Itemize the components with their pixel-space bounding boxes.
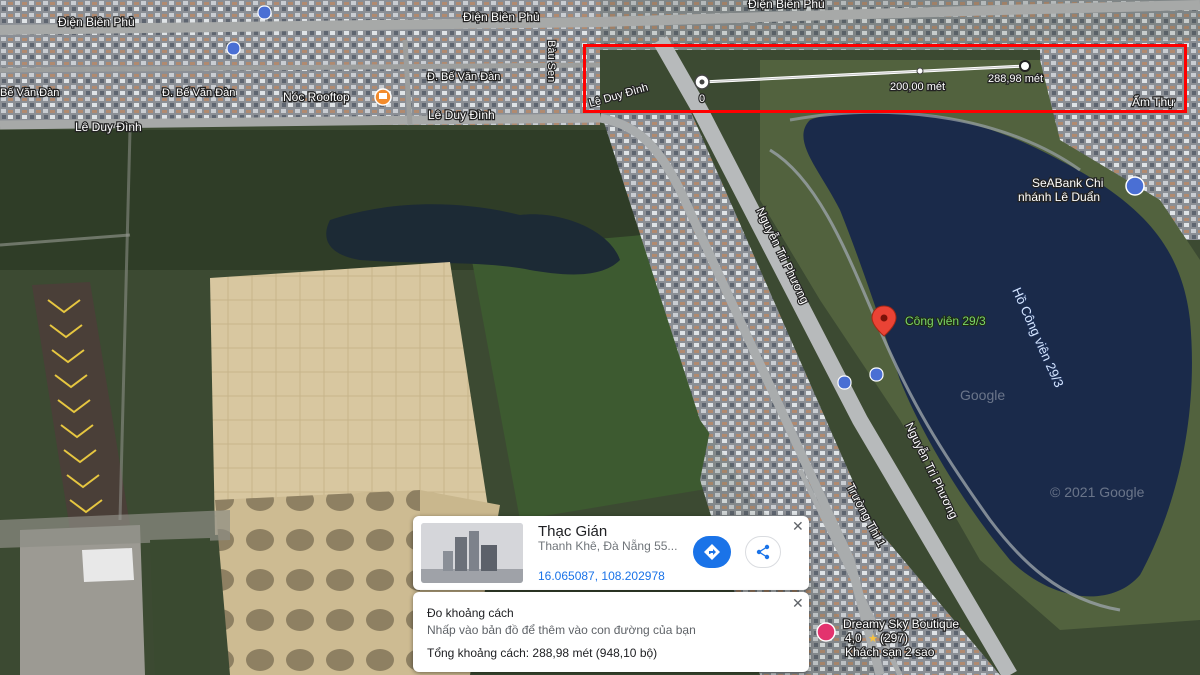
poi-label: Nóc Rooftop [283, 90, 350, 104]
copyright-watermark: © 2021 Google [1050, 484, 1145, 500]
poi-rating: 4,0 [845, 631, 862, 645]
directions-button[interactable] [693, 536, 731, 568]
place-thumbnail[interactable] [421, 523, 523, 583]
measure-hint: Nhấp vào bản đồ để thêm vào con đường củ… [427, 623, 696, 637]
google-watermark: Google [960, 387, 1005, 403]
place-info-card[interactable]: Thạc Gián Thanh Khê, Đà Nẵng 55... 16.06… [413, 516, 809, 590]
street-label-le-duy-dinh: Lê Duy Đình [75, 120, 142, 134]
street-label-be-van-dan: Đ. Bế Văn Đàn [162, 87, 235, 99]
share-icon [756, 544, 770, 560]
measure-title: Đo khoảng cách [427, 606, 514, 620]
place-address: Thanh Khê, Đà Nẵng 55... [538, 539, 678, 553]
place-title: Thạc Gián [538, 523, 608, 540]
bank-icon [1125, 176, 1145, 196]
street-label-bau-sen: Bàu Sen [545, 40, 557, 82]
park-label: Công viên 29/3 [905, 314, 986, 328]
street-label-dien-bien-phu: Điện Biên Phủ [463, 10, 540, 24]
share-button[interactable] [745, 536, 781, 568]
poi-label: Dreamy Sky Boutique [843, 617, 959, 631]
street-label-be-van-dan: Đ. Bế Văn Đàn [427, 71, 500, 83]
close-card-icon[interactable]: ✕ [792, 519, 804, 533]
hotel-icon [816, 622, 836, 642]
street-label-dien-bien-phu: Điện Biên Phủ [58, 15, 135, 29]
poi-type: Khách sạn 2 sao [845, 645, 935, 659]
close-measure-icon[interactable]: ✕ [792, 596, 804, 610]
street-label-le-duy-dinh: Lê Duy Đình [428, 108, 495, 122]
poi-reviews: (297) [880, 631, 908, 645]
place-coordinates[interactable]: 16.065087, 108.202978 [538, 569, 665, 583]
street-label-be-van-dan: Bế Văn Đàn [0, 87, 59, 99]
street-label-dien-bien-phu: Điện Biên Phủ [748, 0, 825, 11]
poi-label: SeABank Chi [1032, 176, 1103, 190]
measure-total-distance: Tổng khoảng cách: 288,98 mét (948,10 bộ) [427, 646, 658, 660]
measure-highlight-box [583, 44, 1187, 113]
directions-icon [704, 544, 720, 560]
measure-distance-panel: Đo khoảng cách Nhấp vào bản đồ để thêm v… [413, 592, 809, 672]
poi-label: nhánh Lê Duẩn [1018, 190, 1100, 204]
star-icon: ★ [868, 633, 878, 645]
